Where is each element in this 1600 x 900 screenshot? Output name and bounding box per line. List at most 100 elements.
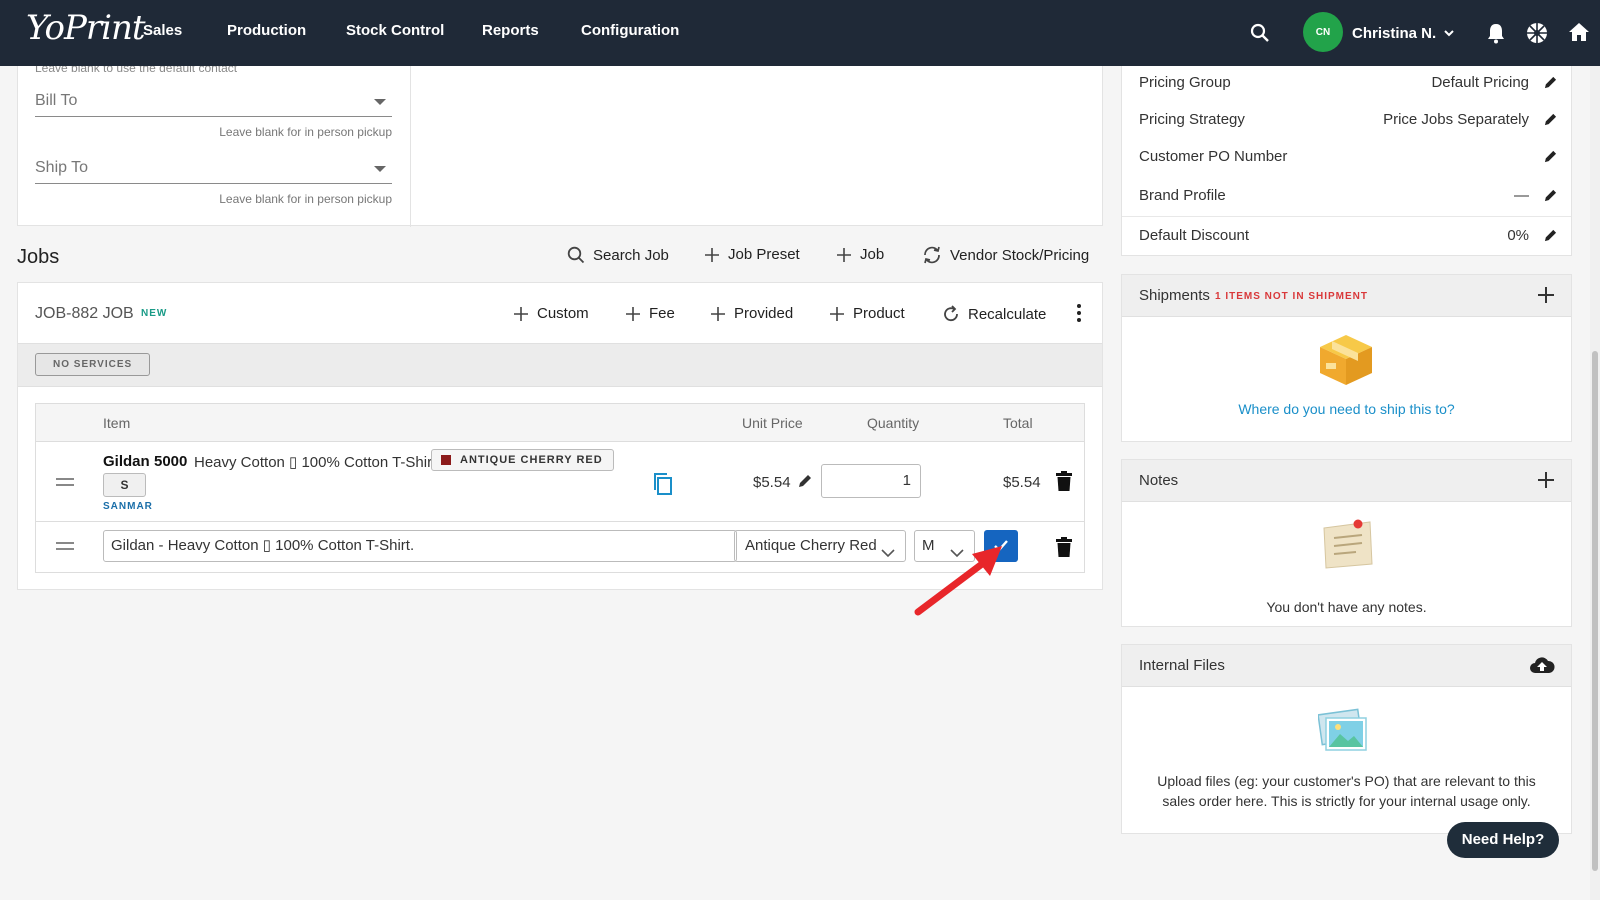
vendor-stock-pricing-button[interactable]: Vendor Stock/Pricing — [922, 246, 1089, 264]
pencil-icon[interactable] — [1544, 189, 1557, 205]
plus-icon — [514, 306, 528, 321]
prop-row-brand-profile: Brand Profile — — [1122, 178, 1571, 215]
job-preset-label: Job Preset — [728, 246, 800, 263]
prop-row-pricing-group: Pricing Group Default Pricing — [1122, 65, 1571, 102]
pencil-icon[interactable] — [798, 474, 812, 491]
more-vert-icon[interactable] — [1076, 303, 1082, 326]
add-job-button[interactable]: Job — [836, 246, 884, 263]
product-brand: Gildan — [103, 453, 150, 470]
nav-production[interactable]: Production — [227, 22, 306, 39]
plus-icon — [830, 306, 844, 321]
color-swatch — [441, 455, 451, 465]
search-icon[interactable] — [1250, 23, 1270, 46]
notes-panel: Notes You don't have any notes. — [1121, 459, 1572, 627]
files-empty-text-1: Upload files (eg: your customer's PO) th… — [1157, 773, 1536, 789]
services-bar: NO SERVICES — [18, 343, 1102, 387]
search-icon — [567, 246, 585, 264]
shipments-panel: Shipments 1 ITEMS NOT IN SHIPMENT Where … — [1121, 274, 1572, 442]
vendor-stock-pricing-label: Vendor Stock/Pricing — [950, 246, 1090, 264]
notes-empty-text: You don't have any notes. — [1266, 599, 1427, 615]
bell-icon[interactable] — [1486, 22, 1506, 47]
need-help-button[interactable]: Need Help? — [1447, 822, 1559, 858]
divider — [410, 57, 411, 227]
table-row: Gildan 5000 Heavy Cotton ▯ 100% Cotton T… — [36, 442, 1084, 522]
scrollbar[interactable] — [1590, 66, 1600, 900]
prop-row-default-discount: Default Discount 0% — [1122, 218, 1571, 255]
add-provided-label: Provided — [734, 305, 794, 322]
sync-icon — [924, 246, 940, 264]
box-icon — [1320, 335, 1372, 385]
prop-label: Pricing Group — [1139, 74, 1231, 91]
nav-stock-control[interactable]: Stock Control — [346, 22, 444, 39]
avatar[interactable]: CN — [1303, 12, 1343, 52]
pencil-icon[interactable] — [1544, 229, 1557, 245]
table-header: Item Unit Price Quantity Total — [36, 404, 1084, 442]
drag-handle-icon[interactable] — [56, 542, 74, 550]
product-description: Heavy Cotton ▯ 100% Cotton T-Shirt. — [194, 454, 441, 471]
drag-handle-icon[interactable] — [56, 478, 74, 486]
trash-icon[interactable] — [1056, 471, 1072, 494]
globe-icon[interactable] — [1526, 22, 1548, 47]
nav-configuration[interactable]: Configuration — [581, 22, 679, 39]
add-custom-button[interactable]: Custom — [513, 305, 589, 322]
user-name[interactable]: Christina N. — [1352, 25, 1436, 42]
top-navbar: YoPrint Sales Production Stock Control R… — [0, 0, 1600, 66]
cloud-upload-icon[interactable] — [1529, 655, 1555, 678]
pencil-icon[interactable] — [1544, 76, 1557, 92]
prop-label: Brand Profile — [1139, 187, 1226, 204]
chevron-down-icon[interactable] — [1443, 26, 1455, 42]
add-product-button[interactable]: Product — [829, 305, 905, 322]
ship-to-helper: Leave blank for in person pickup — [219, 192, 392, 206]
internal-files-title: Internal Files — [1139, 657, 1225, 674]
add-provided-button[interactable]: Provided — [710, 305, 793, 322]
recalculate-button[interactable]: Recalculate — [942, 305, 1046, 323]
plus-icon[interactable] — [1537, 286, 1555, 307]
color-badge[interactable]: ANTIQUE CHERRY RED — [431, 449, 614, 471]
notes-header: Notes — [1122, 460, 1571, 502]
order-properties-card: Pricing Group Default Pricing Pricing St… — [1121, 56, 1572, 256]
caret-down-icon — [374, 166, 386, 172]
bill-to-label: Bill To — [35, 92, 78, 109]
bill-to-select[interactable]: Bill To — [35, 87, 392, 117]
prop-value: 0% — [1507, 227, 1529, 244]
job-preset-button[interactable]: Job Preset — [704, 246, 800, 263]
notes-title: Notes — [1139, 472, 1179, 489]
prop-value: — — [1514, 187, 1529, 204]
home-icon[interactable] — [1568, 22, 1590, 45]
jobs-title: Jobs — [17, 246, 60, 268]
ship-to-label: Ship To — [35, 159, 89, 176]
pencil-icon[interactable] — [1544, 113, 1557, 129]
color-select[interactable]: Antique Cherry Red — [734, 530, 906, 562]
search-job-button[interactable]: Search Job — [567, 246, 669, 264]
trash-icon[interactable] — [1056, 537, 1072, 560]
add-fee-button[interactable]: Fee — [625, 305, 675, 322]
col-unit-price: Unit Price — [742, 415, 803, 431]
recalculate-label: Recalculate — [968, 305, 1047, 323]
files-empty-text-2: sales order here. This is strictly for y… — [1162, 793, 1531, 809]
caret-down-icon — [374, 99, 386, 105]
line-description-input[interactable]: Gildan - Heavy Cotton ▯ 100% Cotton T-Sh… — [103, 530, 737, 562]
plus-icon[interactable] — [1537, 471, 1555, 492]
copy-icon[interactable] — [652, 472, 674, 499]
annotation-arrow-icon — [914, 546, 1002, 616]
add-job-label: Job — [860, 246, 885, 263]
contact-card: Leave blank to use the default contact B… — [17, 56, 1103, 227]
color-badge-label: ANTIQUE CHERRY RED — [460, 454, 603, 466]
scrollbar-thumb[interactable] — [1592, 351, 1598, 871]
prop-label: Pricing Strategy — [1139, 111, 1245, 128]
job-title[interactable]: JOB-882 JOB — [35, 305, 134, 323]
quantity-input[interactable]: 1 — [821, 464, 921, 498]
nav-reports[interactable]: Reports — [482, 22, 539, 39]
col-total: Total — [1003, 415, 1033, 431]
ship-to-select[interactable]: Ship To — [35, 154, 392, 184]
chevron-down-icon — [881, 540, 895, 570]
yoprint-logo[interactable]: YoPrint — [26, 8, 146, 48]
pencil-icon[interactable] — [1544, 150, 1557, 166]
col-item: Item — [103, 415, 131, 431]
no-services-chip[interactable]: NO SERVICES — [35, 353, 151, 376]
size-badge[interactable]: S — [103, 473, 146, 497]
ship-prompt-link[interactable]: Where do you need to ship this to? — [1122, 401, 1571, 417]
bill-to-helper: Leave blank for in person pickup — [219, 125, 392, 139]
color-select-value: Antique Cherry Red — [745, 537, 877, 554]
nav-sales[interactable]: Sales — [143, 22, 182, 39]
